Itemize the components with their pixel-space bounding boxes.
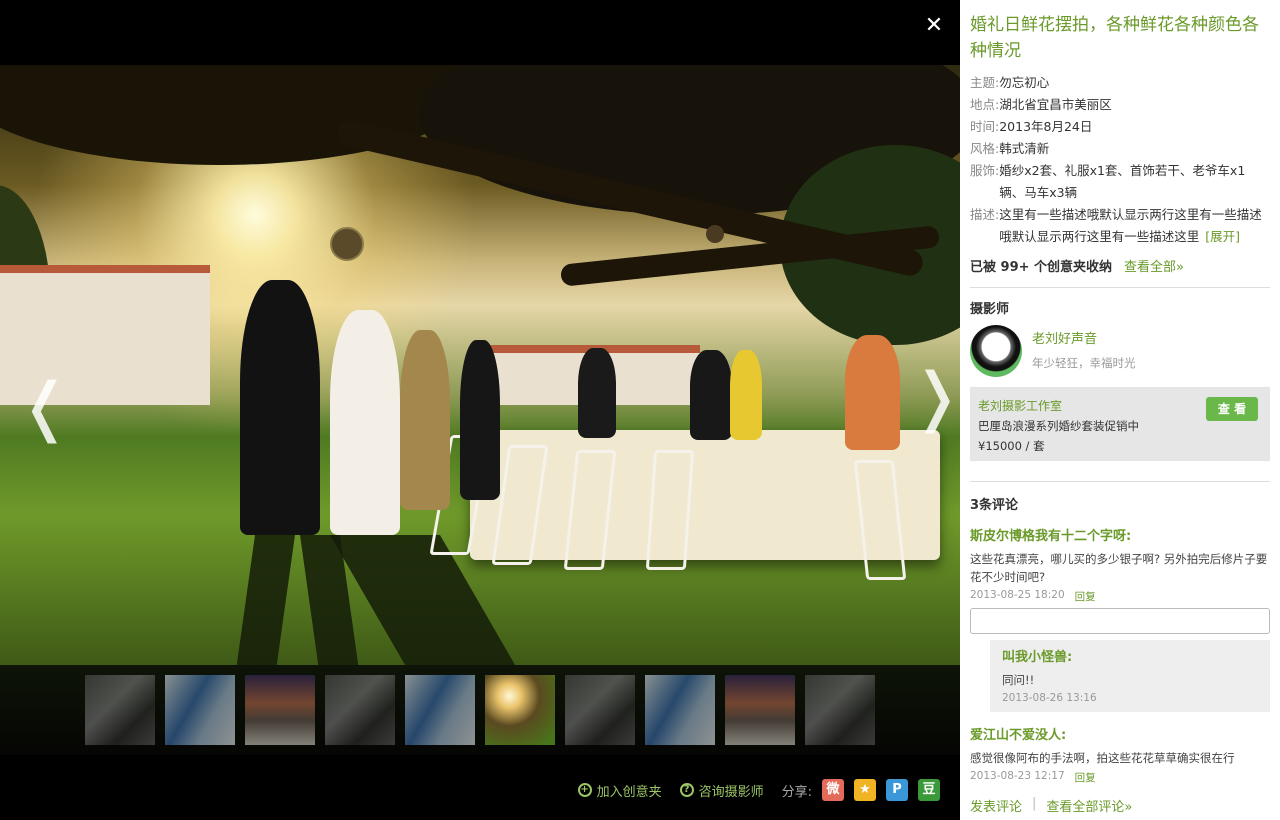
weibo-icon[interactable]: 微 — [822, 779, 844, 801]
expand-link[interactable]: [展开] — [1205, 229, 1240, 244]
view-all-comments-link[interactable]: 查看全部评论» — [1046, 796, 1132, 815]
detail-panel: 婚礼日鲜花摆拍，各种鲜花各种颜色各种情况 主题: 勿忘初心 地点: 湖北省宜昌市… — [960, 0, 1280, 820]
douban-icon[interactable]: 豆 — [918, 779, 940, 801]
meta-key: 描述: — [970, 207, 1000, 222]
thumbnail-3[interactable] — [245, 675, 315, 745]
next-photo-arrow[interactable]: ❭ — [910, 365, 960, 435]
comment-item: 斯皮尔博格我有十二个字呀: 这些花真漂亮，哪儿买的多少银子啊? 另外拍完后修片子… — [970, 525, 1270, 604]
meta-theme: 主题: 勿忘初心 — [970, 72, 1270, 94]
meta-key: 服饰: — [970, 163, 1000, 178]
meta-val: 这里有一些描述哦默认显示两行这里有一些描述哦默认显示两行这里有一些描述这里 [展开… — [999, 204, 1270, 248]
add-to-collection-button[interactable]: + 加入创意夹 — [577, 781, 662, 800]
reply-link[interactable]: 回复 — [1075, 589, 1096, 604]
comment-text: 同问!! — [1002, 673, 1035, 687]
comment-author[interactable]: 叫我小怪兽: — [1002, 646, 1260, 665]
sub-reply: 叫我小怪兽: 同问!! 2013-08-26 13:16 — [990, 640, 1270, 712]
meta-description: 描述: 这里有一些描述哦默认显示两行这里有一些描述哦默认显示两行这里有一些描述这… — [970, 204, 1270, 248]
thumbnail-strip — [0, 665, 960, 755]
consult-photographer-button[interactable]: ? 咨询摄影师 — [679, 781, 764, 800]
comment-meta: 2013-08-26 13:16 — [1002, 692, 1260, 704]
thumbnail-4[interactable] — [325, 675, 395, 745]
thumbnail-8[interactable] — [645, 675, 715, 745]
thumbnail-10[interactable] — [805, 675, 875, 745]
meta-costume: 服饰: 婚纱x2套、礼服x1套、首饰若干、老爷车x1辆、马车x3辆 — [970, 160, 1270, 204]
thumbnail-6[interactable] — [485, 675, 555, 745]
view-studio-button[interactable]: 查 看 — [1206, 397, 1258, 421]
comment-text: 这些花真漂亮，哪儿买的多少银子啊? 另外拍完后修片子要花不少时间吧? — [970, 552, 1268, 584]
footer-separator: | — [1032, 796, 1037, 811]
collect-summary: 已被 99+ 个创意夹收纳 查看全部» — [970, 256, 1270, 288]
meta-location: 地点: 湖北省宜昌市美丽区 — [970, 94, 1270, 116]
photo-viewer: ✕ ❬ ❭ + 加入创意夹 ? 咨询摄影师 分享: 微 ★ P 豆 — [0, 0, 960, 820]
share-icons: 微 ★ P 豆 — [822, 779, 940, 801]
photographer-card: 老刘好声音 年少轻狂，幸福时光 — [970, 325, 1270, 377]
thumbnail-7[interactable] — [565, 675, 635, 745]
comment-item: 爱江山不爱没人: 感觉很像阿布的手法啊，拍这些花花草草确实很在行 2013-08… — [970, 724, 1270, 785]
thumbnail-5[interactable] — [405, 675, 475, 745]
meta-date: 时间: 2013年8月24日 — [970, 116, 1270, 138]
comment-meta: 2013-08-25 18:20 回复 — [970, 589, 1270, 604]
thumbnail-1[interactable] — [85, 675, 155, 745]
close-icon[interactable]: ✕ — [922, 14, 946, 38]
photographer-name[interactable]: 老刘好声音 — [1032, 328, 1136, 347]
meta-style: 风格: 韩式清新 — [970, 138, 1270, 160]
meta-key: 时间: — [970, 119, 1000, 134]
comments-footer: 发表评论 | 查看全部评论» — [970, 796, 1132, 815]
consult-photographer-label: 咨询摄影师 — [698, 784, 764, 800]
viewer-footer: + 加入创意夹 ? 咨询摄影师 分享: 微 ★ P 豆 — [0, 770, 960, 810]
thumbnail-9[interactable] — [725, 675, 795, 745]
photographer-heading: 摄影师 — [970, 302, 1010, 317]
page-title: 婚礼日鲜花摆拍，各种鲜花各种颜色各种情况 — [970, 15, 1259, 61]
plus-circle-icon: + — [577, 783, 592, 797]
question-circle-icon: ? — [679, 783, 694, 797]
meta-key: 风格: — [970, 141, 1000, 156]
photographer-tagline: 年少轻狂，幸福时光 — [1032, 356, 1136, 370]
comments-heading: 3条评论 — [970, 481, 1270, 513]
meta-val: 2013年8月24日 — [999, 119, 1093, 134]
pengyou-icon[interactable]: P — [886, 779, 908, 801]
comment-time: 2013-08-26 13:16 — [1002, 692, 1097, 704]
add-to-collection-label: 加入创意夹 — [596, 784, 662, 800]
comment-time: 2013-08-25 18:20 — [970, 589, 1065, 601]
meta-list: 主题: 勿忘初心 地点: 湖北省宜昌市美丽区 时间: 2013年8月24日 风格… — [970, 72, 1270, 248]
post-comment-link[interactable]: 发表评论 — [970, 796, 1022, 815]
qzone-icon[interactable]: ★ — [854, 779, 876, 801]
share-label: 分享: — [781, 784, 812, 800]
meta-val: 勿忘初心 — [999, 75, 1050, 90]
comment-author[interactable]: 爱江山不爱没人: — [970, 724, 1270, 743]
main-photo: ❬ ❭ — [0, 65, 960, 665]
reply-input[interactable] — [970, 608, 1270, 634]
comment-text: 感觉很像阿布的手法啊，拍这些花花草草确实很在行 — [970, 751, 1235, 765]
meta-val: 婚纱x2套、礼服x1套、首饰若干、老爷车x1辆、马车x3辆 — [999, 163, 1246, 200]
meta-key: 地点: — [970, 97, 1000, 112]
studio-price: ¥15000 / 套 — [978, 439, 1045, 453]
view-all-collections-link[interactable]: 查看全部» — [1124, 256, 1184, 275]
comment-author[interactable]: 斯皮尔博格我有十二个字呀: — [970, 525, 1270, 544]
thumbnail-2[interactable] — [165, 675, 235, 745]
comment-meta: 2013-08-23 12:17 回复 — [970, 770, 1270, 785]
comment-time: 2013-08-23 12:17 — [970, 770, 1065, 782]
avatar[interactable] — [970, 325, 1022, 377]
studio-promo: 老刘摄影工作室 巴厘岛浪漫系列婚纱套装促销中 ¥15000 / 套 查 看 — [970, 387, 1270, 461]
meta-val: 湖北省宜昌市美丽区 — [999, 97, 1112, 112]
meta-val: 韩式清新 — [999, 141, 1050, 156]
reply-link[interactable]: 回复 — [1075, 770, 1096, 785]
prev-photo-arrow[interactable]: ❬ — [18, 375, 72, 445]
collect-count: 已被 99+ 个创意夹收纳 — [970, 260, 1113, 275]
meta-key: 主题: — [970, 75, 1000, 90]
